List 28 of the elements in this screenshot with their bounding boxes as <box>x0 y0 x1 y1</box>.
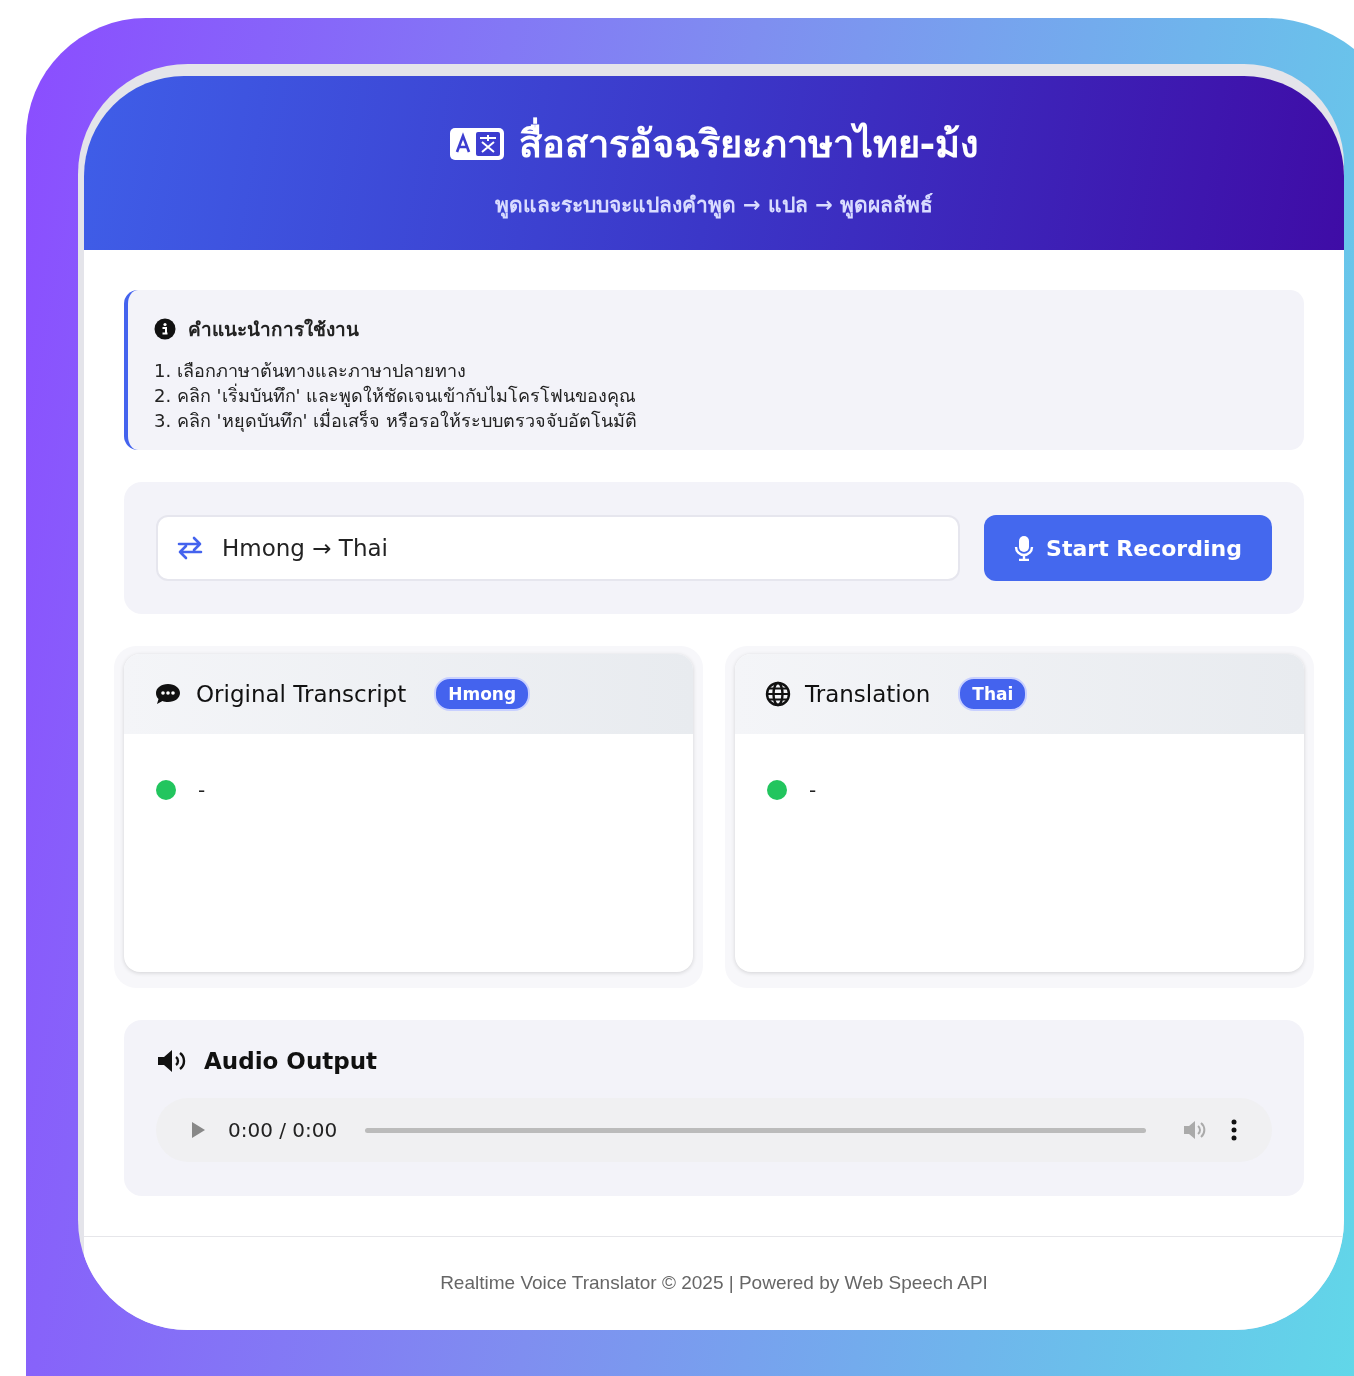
translate-icon <box>448 126 505 161</box>
instruction-step: 2. คลิก 'เริ่มบันทึก' และพูดให้ชัดเจนเข้ากับไมโครโฟนของคุณ <box>154 383 1276 408</box>
app-subtitle: พูดและระบบจะแปลงคำพูด → แปล → พูดผลลัพธ์ <box>494 192 934 221</box>
panel-title: Original Transcript <box>196 681 407 707</box>
swap-icon <box>176 536 204 560</box>
audio-player[interactable]: 0:00 / 0:00 <box>156 1098 1272 1162</box>
audio-title: Audio Output <box>204 1048 378 1074</box>
language-selector[interactable]: Hmong → Thai <box>156 515 960 581</box>
more-options-icon[interactable] <box>1230 1118 1238 1142</box>
app-title: สื่อสารอัจฉริยะภาษาไทย-ม้ง <box>518 113 980 174</box>
panel-text: - <box>198 778 206 802</box>
audio-time: 0:00 / 0:00 <box>228 1118 338 1142</box>
microphone-icon <box>1014 535 1035 561</box>
volume-icon[interactable] <box>1182 1118 1208 1142</box>
play-icon[interactable] <box>190 1120 206 1140</box>
instruction-step: 3. คลิก 'หยุดบันทึก' เมื่อเสร็จ หรือรอให้ระบบตรวจจับอัตโนมัติ <box>154 408 1276 433</box>
panel-text: - <box>809 778 817 802</box>
footer-text: Realtime Voice Translator © 2025 | Powered by Web Speech API <box>84 1236 1344 1330</box>
language-badge: Thai <box>958 677 1028 711</box>
progress-track[interactable] <box>365 1127 1146 1133</box>
globe-icon <box>765 681 791 707</box>
language-badge: Hmong <box>434 677 531 711</box>
speech-bubble-icon <box>154 682 182 706</box>
info-icon <box>154 318 176 340</box>
start-recording-button[interactable]: Start Recording <box>984 515 1272 581</box>
panel-title: Translation <box>805 681 931 707</box>
instructions-title: คำแนะนำการใช้งาน <box>188 317 359 342</box>
instruction-step: 1. เลือกภาษาต้นทางและภาษาปลายทาง <box>154 358 1276 383</box>
